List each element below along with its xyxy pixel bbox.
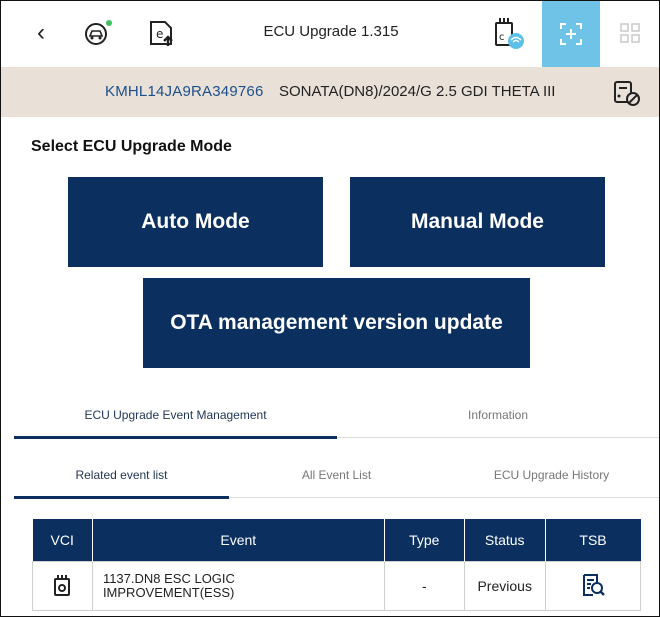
ota-update-button[interactable]: OTA management version update [143, 278, 530, 368]
event-table: VCI Event Type Status TSB 1137.DN8 ESC L… [32, 519, 642, 611]
scan-icon [560, 23, 582, 45]
tab-information[interactable]: Information [337, 408, 659, 422]
table-header-row: VCI Event Type Status TSB [32, 519, 641, 562]
ecu-upload-icon[interactable]: e [141, 13, 181, 53]
auto-mode-button[interactable]: Auto Mode [68, 177, 323, 267]
active-tab-indicator [14, 436, 337, 439]
vci-device-icon [54, 574, 71, 596]
type-cell: - [383, 561, 465, 611]
event-cell: 1137.DN8 ESC LOGIC IMPROVEMENT(ESS) [91, 561, 385, 611]
vci-cell [32, 561, 93, 611]
event-name-line2: IMPROVEMENT(ESS) [102, 585, 235, 600]
vehicle-description: SONATA(DN8)/2024/G 2.5 GDI THETA III [279, 83, 556, 100]
app-window: ‹ e ECU Upgrade 1.315 c KMHL14JA9RA34976… [0, 0, 660, 617]
col-type: Type [384, 519, 465, 562]
manual-mode-button[interactable]: Manual Mode [350, 177, 605, 267]
tab-event-management[interactable]: ECU Upgrade Event Management [14, 408, 337, 422]
col-event: Event [92, 519, 385, 562]
vehicle-info-bar: KMHL14JA9RA349766 SONATA(DN8)/2024/G 2.5… [1, 67, 659, 117]
subtab-related-events[interactable]: Related event list [14, 468, 229, 482]
scan-button[interactable] [542, 1, 600, 67]
svg-text:c: c [499, 32, 505, 43]
col-status: Status [464, 519, 546, 562]
event-name-line1: 1137.DN8 ESC LOGIC [102, 571, 235, 586]
table-row[interactable]: 1137.DN8 ESC LOGIC IMPROVEMENT(ESS) - Pr… [32, 561, 642, 611]
status-cell: Previous [463, 561, 546, 611]
vehicle-info-icon[interactable] [611, 78, 641, 108]
active-subtab-indicator [14, 496, 229, 499]
grid-icon[interactable] [610, 13, 650, 53]
back-icon[interactable]: ‹ [21, 13, 61, 53]
subtab-all-events[interactable]: All Event List [229, 468, 444, 482]
tsb-document-search-icon[interactable] [580, 572, 606, 598]
subtab-upgrade-history[interactable]: ECU Upgrade History [444, 468, 659, 482]
svg-text:e: e [156, 27, 163, 41]
tsb-cell[interactable] [544, 561, 642, 611]
vehicle-setting-icon[interactable] [77, 13, 117, 53]
col-vci: VCI [32, 519, 93, 562]
section-title: Select ECU Upgrade Mode [31, 138, 232, 155]
page-title: ECU Upgrade 1.315 [263, 23, 399, 40]
vci-wireless-icon[interactable]: c [488, 13, 528, 53]
top-toolbar: ‹ e ECU Upgrade 1.315 c [1, 1, 659, 68]
vin-number: KMHL14JA9RA349766 [105, 83, 264, 100]
col-tsb: TSB [545, 519, 641, 562]
